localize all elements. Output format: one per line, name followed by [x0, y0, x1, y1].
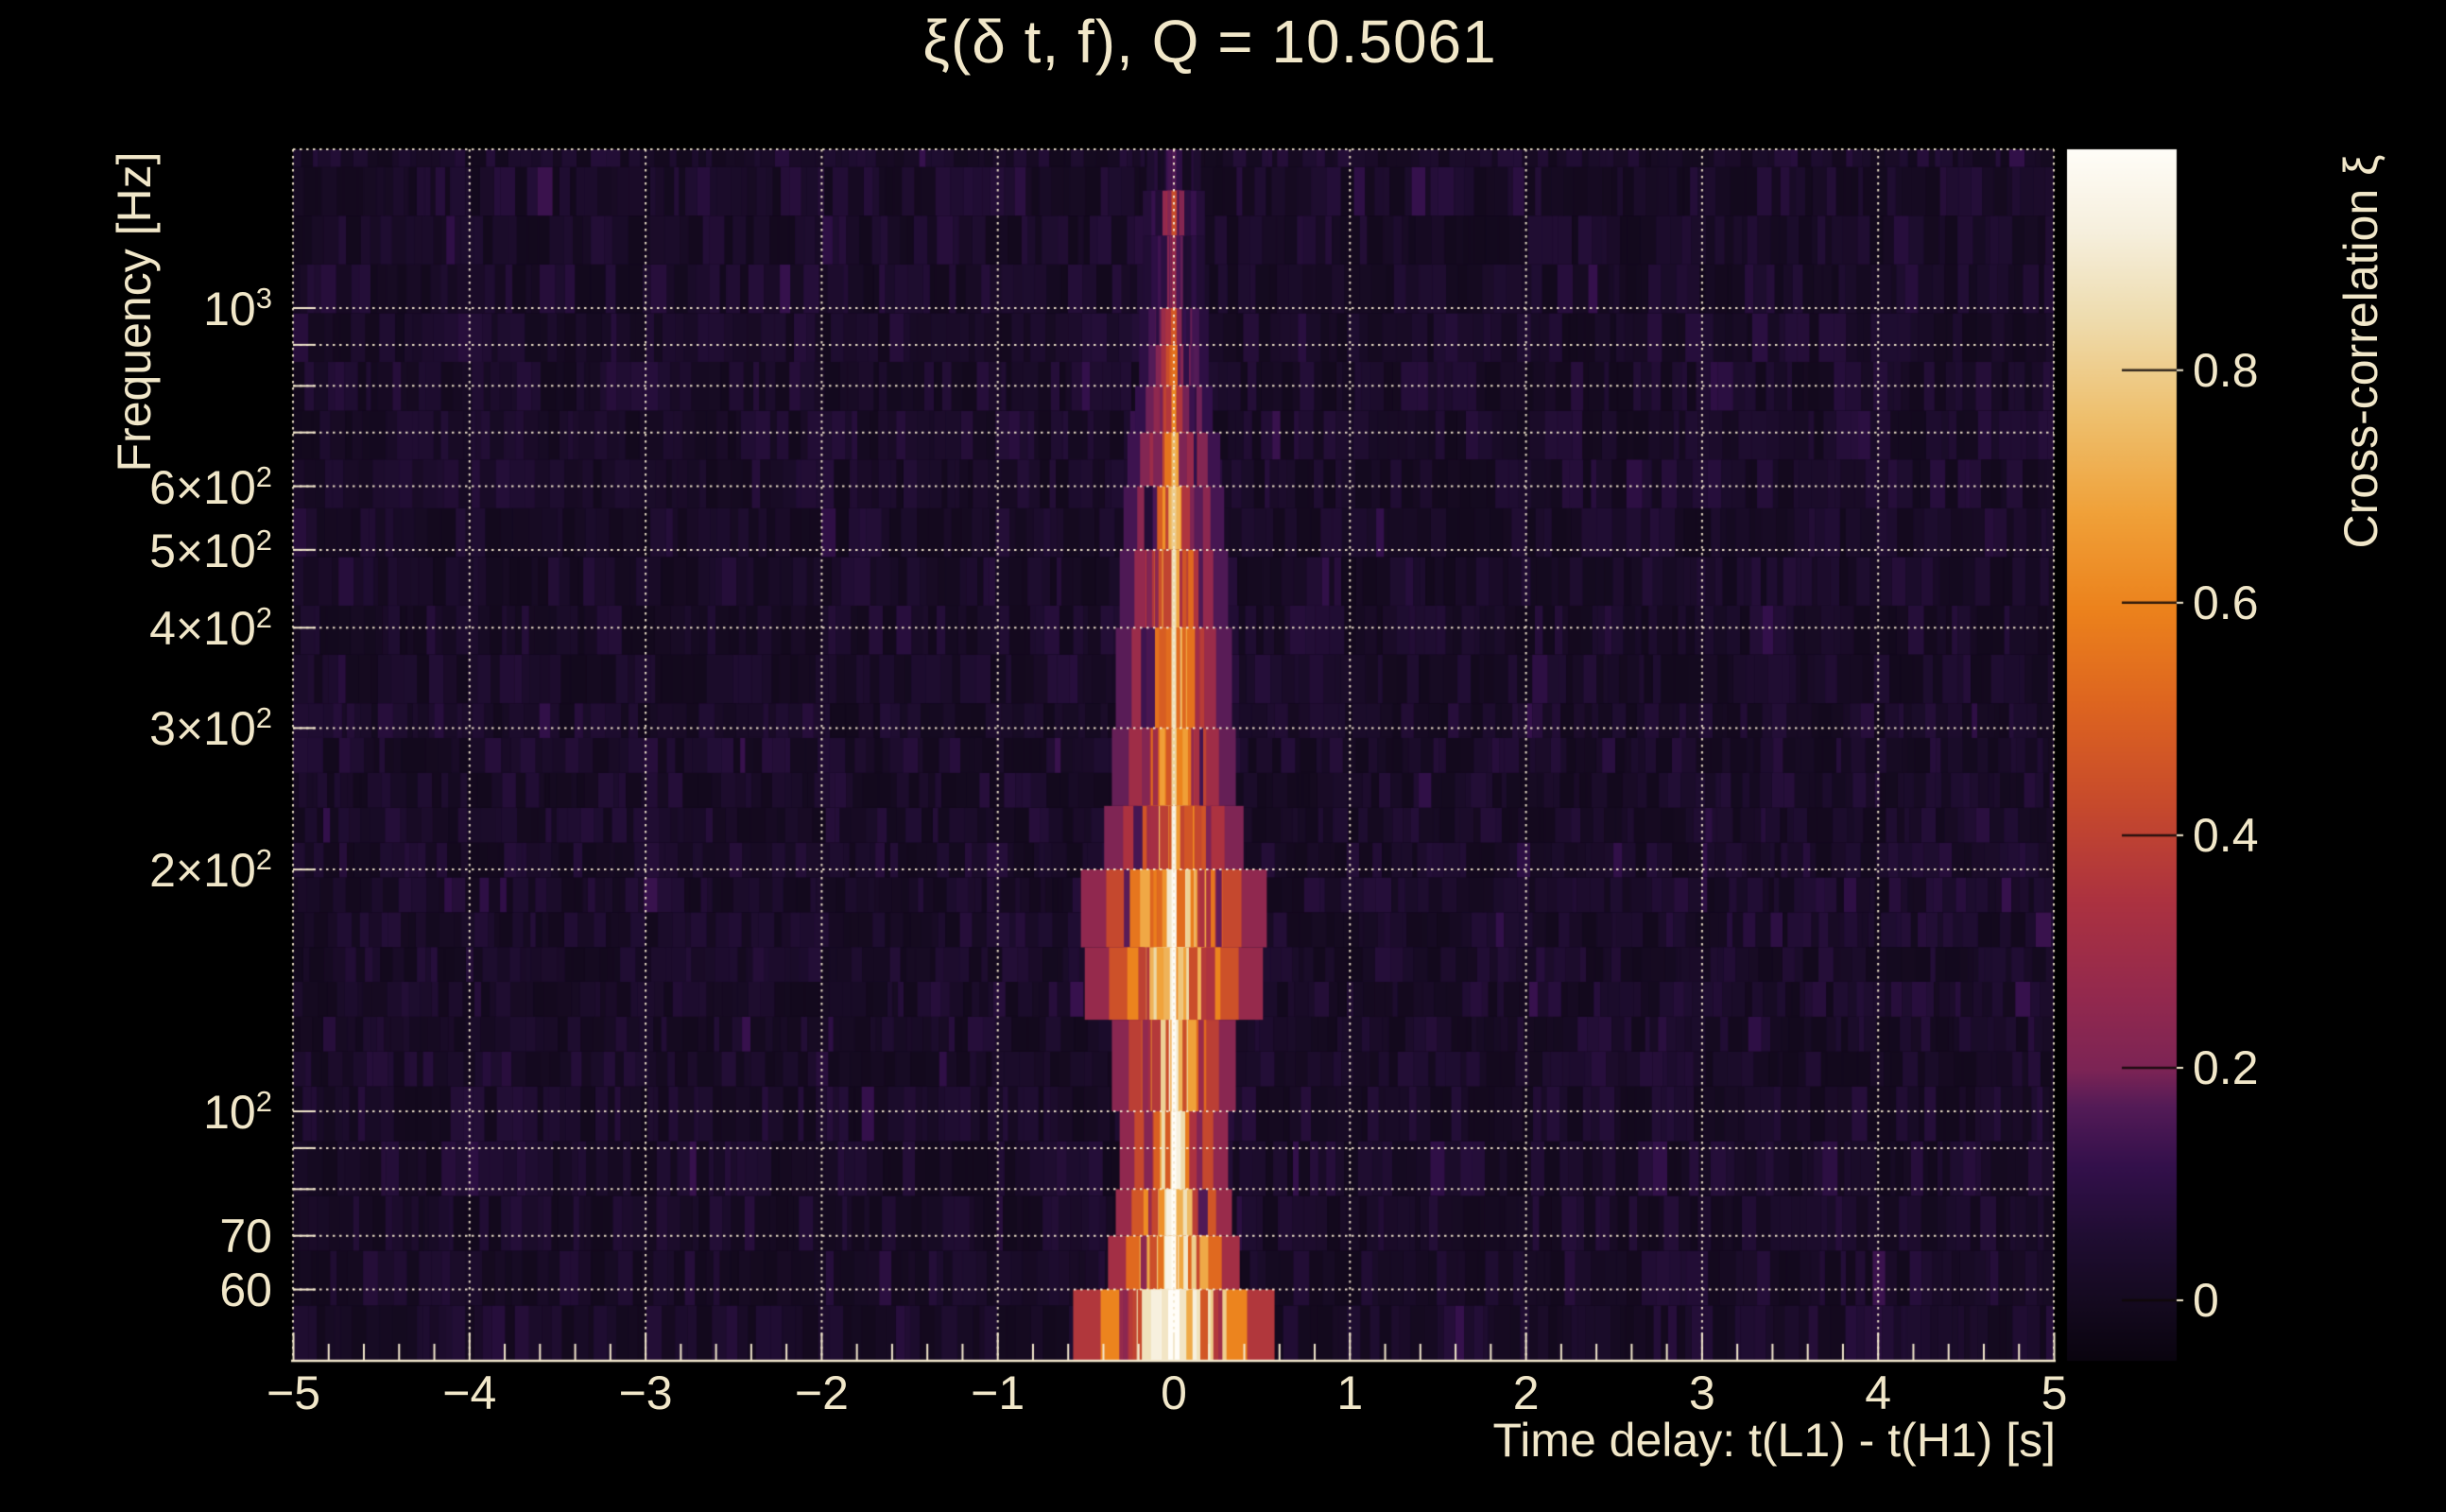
colorbar-tick-label: 0.4 — [2193, 808, 2259, 862]
colorbar-tick-label: 0.8 — [2193, 343, 2259, 397]
y-tick-label: 6×102 — [149, 459, 272, 514]
heatmap-canvas — [0, 0, 2446, 1512]
y-tick-label: 5×102 — [149, 523, 272, 577]
x-tick-label: 5 — [2041, 1366, 2068, 1419]
x-tick-label: −1 — [971, 1366, 1025, 1419]
x-tick-label: −4 — [442, 1366, 497, 1419]
qscan-cross-correlation-figure: ξ(δ t, f), Q = 10.5061 Frequency [Hz] Ti… — [0, 0, 2446, 1512]
y-tick-label: 2×102 — [149, 843, 272, 898]
y-tick-label: 4×102 — [149, 601, 272, 656]
y-tick-label: 70 — [219, 1209, 272, 1263]
x-tick-label: 3 — [1688, 1366, 1715, 1419]
plot-title: ξ(δ t, f), Q = 10.5061 — [922, 8, 1497, 76]
x-tick-label: 1 — [1336, 1366, 1364, 1419]
colorbar-tick-label: 0 — [2193, 1274, 2219, 1328]
x-tick-label: −5 — [266, 1366, 321, 1419]
y-tick-label: 103 — [203, 282, 272, 335]
x-tick-label: 4 — [1865, 1366, 1892, 1419]
colorbar-title: Cross-correlation ξ — [2334, 154, 2387, 549]
y-tick-label: 102 — [203, 1085, 272, 1139]
y-tick-label: 3×102 — [149, 701, 272, 756]
colorbar-tick-label: 0.2 — [2193, 1040, 2259, 1094]
y-tick-label: 60 — [219, 1263, 272, 1316]
x-tick-label: −3 — [618, 1366, 673, 1419]
x-tick-label: −2 — [794, 1366, 849, 1419]
x-axis-title: Time delay: t(L1) - t(H1) [s] — [1492, 1414, 2056, 1467]
x-tick-label: 2 — [1512, 1366, 1540, 1419]
x-tick-label: 0 — [1161, 1366, 1187, 1419]
colorbar-tick-label: 0.6 — [2193, 576, 2259, 629]
